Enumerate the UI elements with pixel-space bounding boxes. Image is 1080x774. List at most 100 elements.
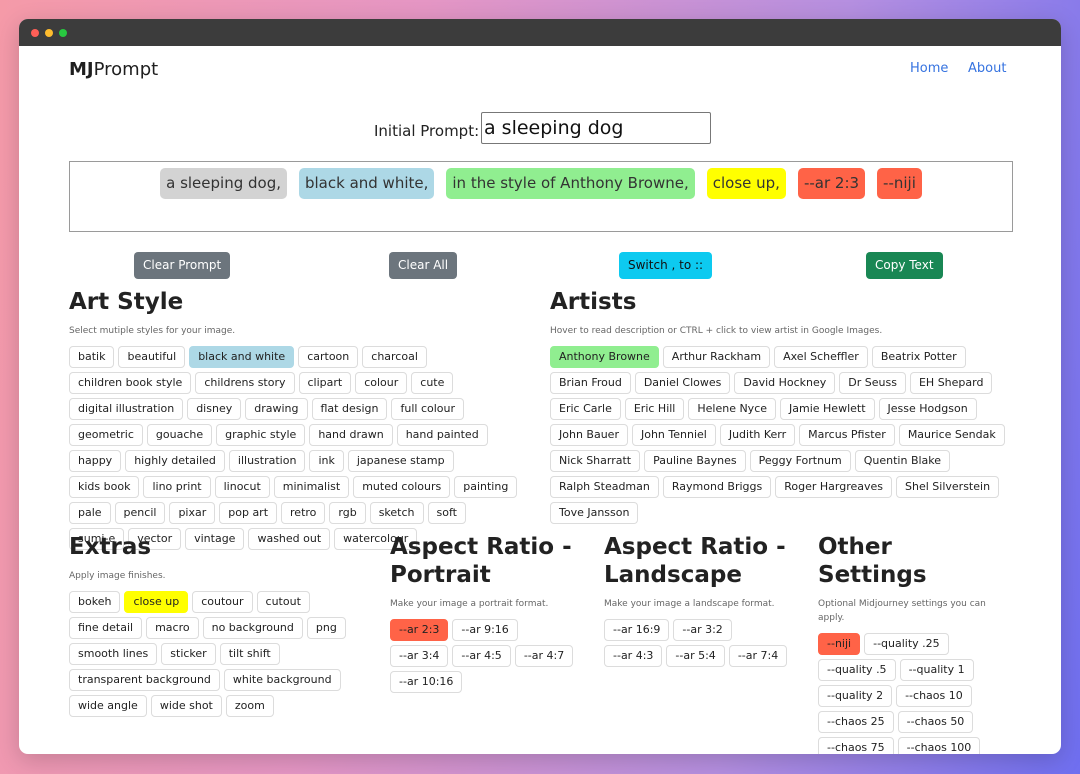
art-style-tag[interactable]: pixar	[169, 502, 216, 524]
clear-all-button[interactable]: Clear All	[389, 252, 458, 279]
artists-tag[interactable]: Marcus Pfister	[799, 424, 895, 446]
artists-tag[interactable]: Axel Scheffler	[774, 346, 868, 368]
art-style-tag[interactable]: soft	[427, 502, 466, 524]
art-style-tag[interactable]: hand painted	[396, 424, 488, 446]
art-style-tag[interactable]: colour	[355, 372, 408, 394]
art-style-tag[interactable]: geometric	[69, 424, 143, 446]
art-style-tag[interactable]: graphic style	[216, 424, 306, 446]
extras-tag[interactable]: wide shot	[150, 695, 222, 717]
artists-tag[interactable]: Eric Carle	[550, 398, 621, 420]
landscape-tag[interactable]: --ar 4:3	[604, 645, 663, 667]
prompt-chip[interactable]: a sleeping dog,	[160, 168, 287, 199]
art-style-tag[interactable]: drawing	[245, 398, 308, 420]
art-style-tag[interactable]: japanese stamp	[347, 450, 454, 472]
artists-tag[interactable]: Ralph Steadman	[550, 476, 659, 498]
artists-tag[interactable]: Pauline Baynes	[644, 450, 746, 472]
other-tag[interactable]: --chaos 50	[897, 711, 974, 733]
portrait-tag[interactable]: --ar 9:16	[452, 619, 518, 641]
portrait-tag[interactable]: --ar 4:5	[452, 645, 511, 667]
art-style-tag[interactable]: clipart	[298, 372, 352, 394]
art-style-tag[interactable]: kids book	[69, 476, 140, 498]
artists-tag[interactable]: Nick Sharratt	[550, 450, 641, 472]
artists-tag[interactable]: John Tenniel	[631, 424, 716, 446]
brand-logo[interactable]: MJPrompt	[69, 59, 158, 80]
other-tag[interactable]: --quality 1	[899, 659, 974, 681]
extras-tag[interactable]: zoom	[225, 695, 274, 717]
artists-tag[interactable]: David Hockney	[734, 372, 836, 394]
art-style-tag[interactable]: happy	[69, 450, 122, 472]
artists-tag[interactable]: Judith Kerr	[719, 424, 796, 446]
art-style-tag[interactable]: cute	[411, 372, 454, 394]
extras-tag[interactable]: cutout	[256, 591, 310, 613]
art-style-tag[interactable]: childrens story	[195, 372, 295, 394]
art-style-tag[interactable]: disney	[187, 398, 242, 420]
extras-tag[interactable]: bokeh	[69, 591, 121, 613]
extras-tag[interactable]: white background	[223, 669, 341, 691]
extras-tag[interactable]: fine detail	[69, 617, 143, 639]
art-style-tag[interactable]: beautiful	[118, 346, 186, 368]
artists-tag[interactable]: Tove Jansson	[550, 502, 639, 524]
artists-tag[interactable]: Peggy Fortnum	[749, 450, 851, 472]
artists-tag[interactable]: Maurice Sendak	[898, 424, 1005, 446]
extras-tag[interactable]: transparent background	[69, 669, 220, 691]
portrait-tag[interactable]: --ar 10:16	[390, 671, 463, 693]
art-style-tag[interactable]: flat design	[311, 398, 388, 420]
art-style-tag[interactable]: lino print	[143, 476, 211, 498]
art-style-tag[interactable]: black and white	[189, 346, 295, 368]
art-style-tag[interactable]: charcoal	[362, 346, 427, 368]
other-tag[interactable]: --chaos 10	[896, 685, 972, 707]
maximize-window-dot-icon[interactable]	[59, 29, 67, 37]
prompt-chip[interactable]: close up,	[706, 168, 786, 199]
art-style-tag[interactable]: linocut	[214, 476, 270, 498]
art-style-tag[interactable]: cartoon	[298, 346, 359, 368]
artists-tag[interactable]: Beatrix Potter	[871, 346, 966, 368]
artists-tag[interactable]: Brian Froud	[550, 372, 631, 394]
extras-tag[interactable]: no background	[202, 617, 303, 639]
minimize-window-dot-icon[interactable]	[45, 29, 53, 37]
clear-prompt-button[interactable]: Clear Prompt	[134, 252, 231, 279]
artists-tag[interactable]: Anthony Browne	[550, 346, 659, 368]
artists-tag[interactable]: Quentin Blake	[854, 450, 951, 472]
landscape-tag[interactable]: --ar 3:2	[673, 619, 732, 641]
art-style-tag[interactable]: illustration	[228, 450, 306, 472]
art-style-tag[interactable]: retro	[281, 502, 326, 524]
other-tag[interactable]: --quality .5	[818, 659, 896, 681]
prompt-chip[interactable]: in the style of Anthony Browne,	[446, 168, 695, 199]
art-style-tag[interactable]: ink	[309, 450, 344, 472]
extras-tag[interactable]: close up	[124, 591, 189, 613]
other-tag[interactable]: --chaos 25	[818, 711, 894, 733]
art-style-tag[interactable]: pop art	[219, 502, 278, 524]
other-tag[interactable]: --quality 2	[818, 685, 893, 707]
extras-tag[interactable]: tilt shift	[219, 643, 280, 665]
art-style-tag[interactable]: digital illustration	[69, 398, 184, 420]
extras-tag[interactable]: macro	[146, 617, 199, 639]
prompt-chip[interactable]: black and white,	[298, 168, 435, 199]
close-window-dot-icon[interactable]	[31, 29, 39, 37]
other-tag[interactable]: --niji	[818, 633, 861, 655]
extras-tag[interactable]: smooth lines	[69, 643, 158, 665]
art-style-tag[interactable]: full colour	[391, 398, 464, 420]
extras-tag[interactable]: png	[306, 617, 346, 639]
art-style-tag[interactable]: highly detailed	[125, 450, 225, 472]
switch-separator-button[interactable]: Switch , to ::	[619, 252, 713, 279]
art-style-tag[interactable]: painting	[454, 476, 518, 498]
prompt-chip[interactable]: --ar 2:3	[797, 168, 866, 199]
prompt-chip[interactable]: --niji	[877, 168, 922, 199]
art-style-tag[interactable]: batik	[69, 346, 115, 368]
artists-tag[interactable]: Jamie Hewlett	[780, 398, 875, 420]
artists-tag[interactable]: Dr Seuss	[839, 372, 906, 394]
art-style-tag[interactable]: rgb	[329, 502, 366, 524]
artists-tag[interactable]: Raymond Briggs	[662, 476, 772, 498]
artists-tag[interactable]: Shel Silverstein	[896, 476, 1000, 498]
art-style-tag[interactable]: children book style	[69, 372, 192, 394]
art-style-tag[interactable]: muted colours	[353, 476, 451, 498]
art-style-tag[interactable]: sketch	[369, 502, 424, 524]
art-style-tag[interactable]: minimalist	[273, 476, 350, 498]
portrait-tag[interactable]: --ar 4:7	[514, 645, 574, 667]
artists-tag[interactable]: Roger Hargreaves	[775, 476, 893, 498]
artists-tag[interactable]: Eric Hill	[624, 398, 685, 420]
artists-tag[interactable]: John Bauer	[550, 424, 628, 446]
other-tag[interactable]: --chaos 100	[897, 737, 981, 754]
other-tag[interactable]: --quality .25	[864, 633, 949, 655]
artists-tag[interactable]: Jesse Hodgson	[878, 398, 977, 420]
